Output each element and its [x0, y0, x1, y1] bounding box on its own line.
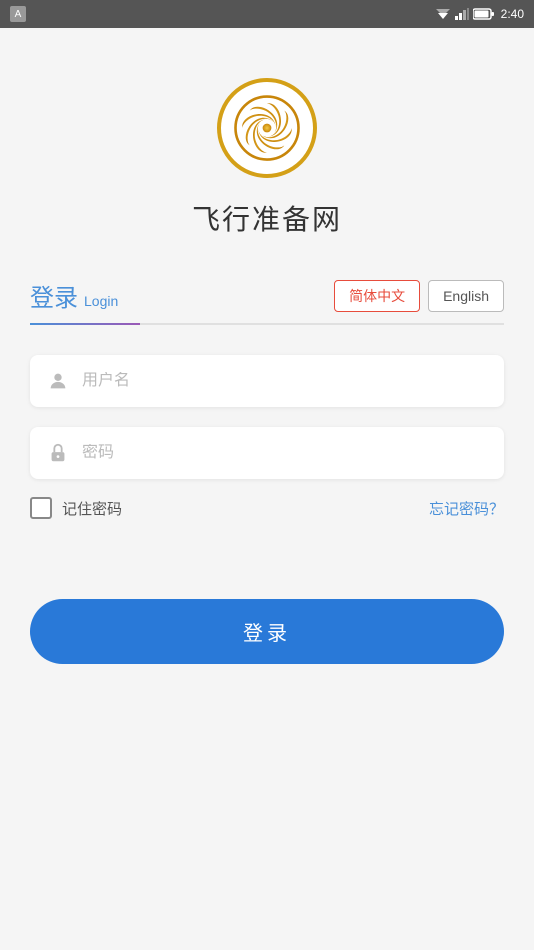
- login-section: 登录 Login 简体中文 English: [0, 278, 534, 664]
- logo-swirl-icon: [232, 93, 302, 163]
- app-title: 飞行准备网: [192, 198, 342, 238]
- login-button[interactable]: 登录: [30, 599, 504, 664]
- login-button-wrapper: 登录: [30, 599, 504, 664]
- battery-icon: [473, 8, 495, 20]
- user-icon: [46, 369, 70, 393]
- remember-label: 记住密码: [62, 498, 122, 519]
- time-display: 2:40: [501, 7, 524, 21]
- remember-checkbox[interactable]: [30, 497, 52, 519]
- password-wrapper: [30, 427, 504, 479]
- remember-group: 记住密码: [30, 497, 122, 519]
- signal-icon: [455, 8, 469, 20]
- lang-zh-button[interactable]: 简体中文: [334, 280, 420, 312]
- wifi-icon: [435, 8, 451, 20]
- signal-icons: [435, 8, 495, 20]
- login-tab[interactable]: 登录 Login: [30, 278, 118, 313]
- logo-circle: [217, 78, 317, 178]
- forgot-password-link[interactable]: 忘记密码？: [429, 498, 504, 519]
- app-icon: A: [10, 6, 26, 22]
- login-tab-en: Login: [84, 293, 118, 309]
- tab-bar: 登录 Login 简体中文 English: [30, 278, 504, 325]
- lang-en-button[interactable]: English: [428, 280, 504, 312]
- login-tab-zh: 登录: [30, 278, 78, 313]
- status-bar-left: A: [10, 6, 26, 22]
- lock-icon: [46, 441, 70, 465]
- password-input[interactable]: [82, 444, 488, 462]
- language-buttons: 简体中文 English: [334, 280, 504, 312]
- username-input[interactable]: [82, 372, 488, 390]
- status-bar: A 2:40: [0, 0, 534, 28]
- username-wrapper: [30, 355, 504, 407]
- options-row: 记住密码 忘记密码？: [30, 497, 504, 519]
- status-bar-right: 2:40: [435, 7, 524, 21]
- input-group: [30, 355, 504, 479]
- logo-area: 飞行准备网: [192, 78, 342, 238]
- main-content: 飞行准备网 登录 Login 简体中文 English: [0, 28, 534, 950]
